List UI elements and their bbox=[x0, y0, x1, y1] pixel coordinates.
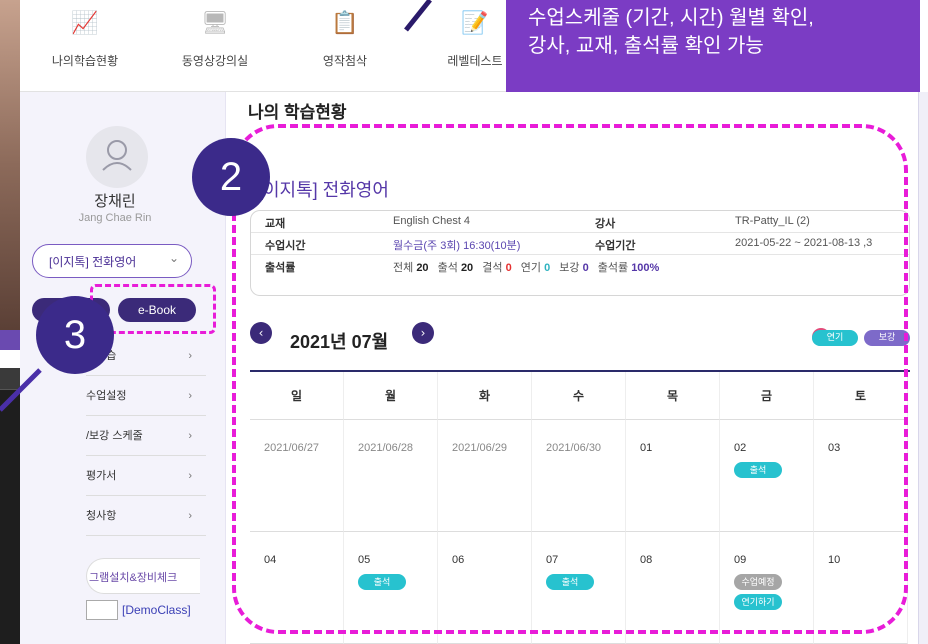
annotation-lines bbox=[0, 0, 432, 412]
